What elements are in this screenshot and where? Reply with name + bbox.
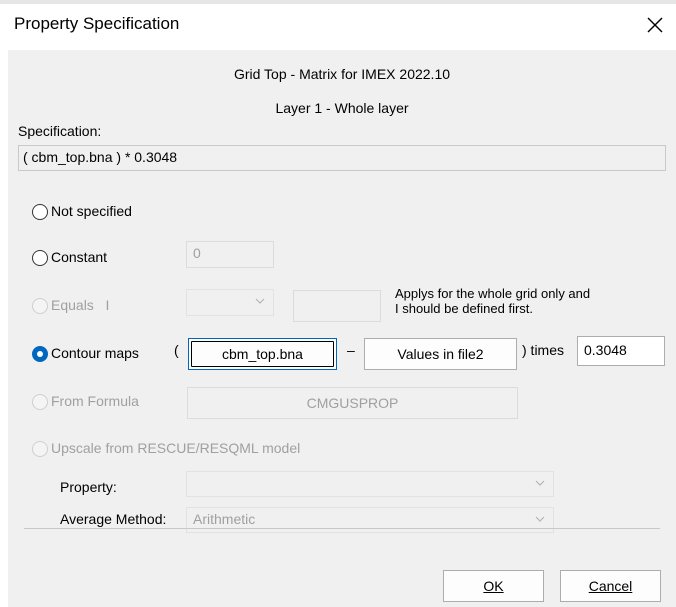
average-method-dropdown: Arithmetic <box>186 507 554 533</box>
radio-not-specified[interactable] <box>32 204 48 220</box>
contour-file2-button[interactable]: Values in file2 <box>364 338 517 370</box>
equals-note-line2: I should be defined first. <box>395 301 534 316</box>
average-method-value: Arithmetic <box>193 511 256 527</box>
open-paren: ( <box>174 342 179 358</box>
multiplier-input[interactable]: 0.3048 <box>577 336 665 366</box>
title-bar: Property Specification <box>0 0 676 50</box>
specification-label: Specification: <box>18 123 102 139</box>
focus-rectangle <box>191 341 334 367</box>
close-icon[interactable] <box>646 16 664 34</box>
header-line2: Layer 1 - Whole layer <box>275 100 409 116</box>
formula-button-label: CMGUSPROP <box>306 395 399 411</box>
radio-contour-maps-label: Contour maps <box>51 345 139 361</box>
contour-file1-button[interactable]: cbm_top.bna <box>188 338 337 370</box>
radio-constant-label: Constant <box>51 249 108 265</box>
radio-equals-label: Equals I <box>51 297 109 313</box>
equals-suffix: I <box>105 297 110 313</box>
average-method-label: Average Method: <box>60 511 167 527</box>
radio-from-formula-label: From Formula <box>51 393 139 409</box>
radio-equals <box>32 298 48 314</box>
equals-note: Applys for the whole grid only and I sho… <box>395 286 590 316</box>
equals-note-line1: Applys for the whole grid only and <box>395 286 591 301</box>
chevron-down-icon <box>535 480 545 486</box>
property-label: Property: <box>60 479 117 495</box>
constant-value-field: 0 <box>186 241 274 268</box>
chevron-down-icon <box>255 298 265 304</box>
times-label: ) times <box>522 342 564 358</box>
equals-layer-field <box>293 290 381 322</box>
radio-constant[interactable] <box>32 250 48 266</box>
radio-upscale <box>32 441 48 457</box>
window-title: Property Specification <box>14 14 180 33</box>
radio-not-specified-label: Not specified <box>51 203 132 219</box>
contour-file2-label: Values in file2 <box>397 346 484 362</box>
property-dropdown <box>186 471 554 497</box>
equals-label: Equals <box>51 297 94 313</box>
chevron-down-icon <box>535 516 545 522</box>
minus-sign: – <box>347 342 355 358</box>
top-strip <box>0 0 676 4</box>
radio-from-formula <box>32 394 48 410</box>
dialog-body: Grid Top - Matrix for IMEX 2022.10 Layer… <box>8 50 676 607</box>
header-line1: Grid Top - Matrix for IMEX 2022.10 <box>233 66 451 82</box>
cancel-button[interactable]: Cancel <box>560 570 661 602</box>
specification-field: ( cbm_top.bna ) * 0.3048 <box>18 145 666 171</box>
cancel-button-label: Cancel <box>588 578 633 594</box>
ok-button[interactable]: OK <box>443 570 544 602</box>
formula-button: CMGUSPROP <box>187 387 518 419</box>
separator <box>24 528 660 529</box>
radio-upscale-label: Upscale from RESCUE/RESQML model <box>51 440 301 456</box>
radio-contour-maps[interactable] <box>32 346 48 362</box>
ok-button-label: OK <box>483 578 504 594</box>
equals-property-dropdown <box>186 289 274 316</box>
